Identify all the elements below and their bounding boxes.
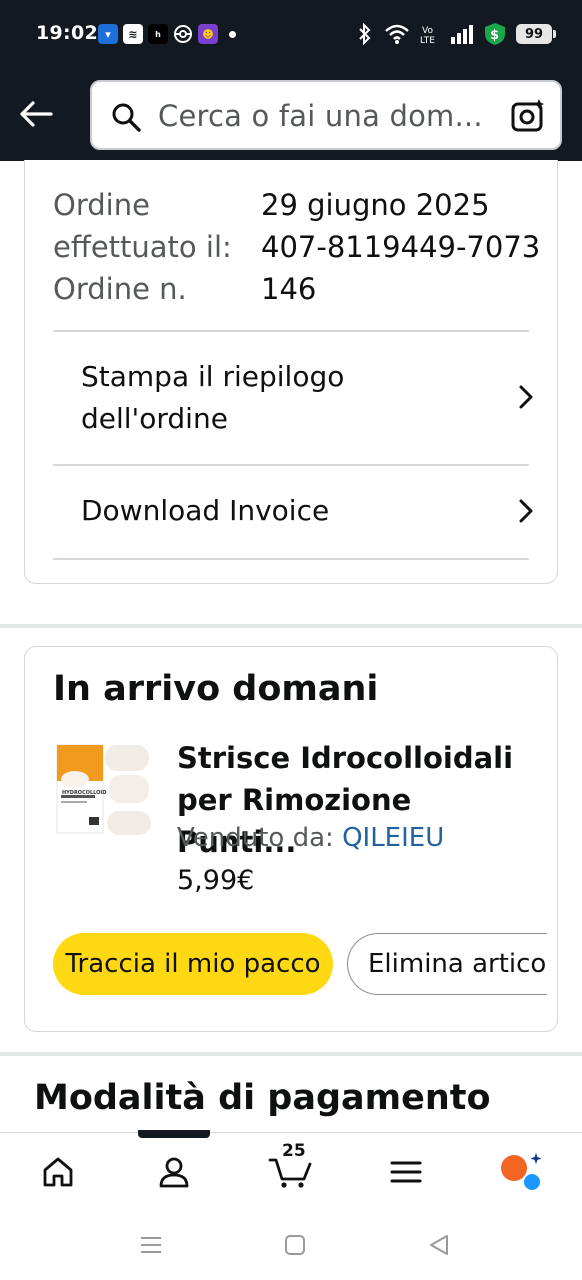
menu-icon bbox=[390, 1161, 422, 1183]
home-icon bbox=[43, 1157, 73, 1187]
section-separator bbox=[0, 1052, 582, 1056]
shield-dollar-icon: $ bbox=[485, 23, 505, 45]
svg-text:$: $ bbox=[490, 28, 499, 43]
wifi-icon bbox=[385, 24, 409, 44]
recent-apps-button[interactable] bbox=[136, 1230, 166, 1260]
track-package-button[interactable]: Traccia il mio pacco bbox=[53, 933, 333, 995]
svg-text:Vo: Vo bbox=[422, 26, 433, 36]
app-icon-1: ▾ bbox=[98, 24, 118, 44]
order-number-value: 407-8119449-7073146 bbox=[261, 230, 541, 306]
nav-rufus[interactable] bbox=[492, 1147, 552, 1197]
account-icon bbox=[159, 1157, 189, 1188]
back-button[interactable] bbox=[14, 94, 58, 134]
chevron-right-icon bbox=[519, 385, 533, 409]
order-date-value: 29 giugno 2025 bbox=[261, 188, 490, 222]
system-status-icons: Vo LTE $ 99 bbox=[356, 22, 556, 46]
search-input[interactable]: Cerca o fai una dom... bbox=[90, 80, 562, 150]
product-price: 5,99€ bbox=[177, 865, 255, 896]
seller-link[interactable]: QILEIEU bbox=[342, 823, 444, 853]
cart-count: 25 bbox=[282, 1141, 306, 1161]
search-placeholder: Cerca o fai una dom... bbox=[158, 99, 483, 133]
divider bbox=[53, 558, 529, 560]
back-system-button[interactable] bbox=[424, 1230, 454, 1260]
order-info-card: Ordine effettuato il: Ordine n. 29 giugn… bbox=[24, 160, 558, 584]
search-icon bbox=[112, 103, 141, 132]
app-icon-3: h bbox=[148, 24, 168, 44]
chevron-right-icon bbox=[519, 499, 533, 523]
triangle-back-icon bbox=[430, 1235, 448, 1255]
bluetooth-icon bbox=[359, 23, 371, 45]
print-summary-label: Stampa il riepilogo dell'ordine bbox=[81, 360, 345, 435]
order-meta-values: 29 giugno 2025 407-8119449-7073146 bbox=[261, 184, 541, 310]
thumb-label: HYDROCOLLOID bbox=[62, 790, 106, 796]
app-icon-2: ≋ bbox=[123, 24, 143, 44]
print-summary-row[interactable]: Stampa il riepilogo dell'ordine bbox=[25, 332, 557, 464]
back-arrow-icon bbox=[20, 101, 53, 127]
product-thumbnail[interactable]: HYDROCOLLOID bbox=[53, 741, 157, 849]
order-number-label: Ordine n. bbox=[53, 272, 187, 306]
home-system-button[interactable] bbox=[280, 1230, 310, 1260]
status-bar: 19:02 ▾ ≋ h ☻ Vo LTE $ 99 bbox=[0, 0, 582, 68]
battery-indicator: 99 bbox=[516, 24, 556, 44]
signal-icon bbox=[451, 25, 473, 44]
square-home-icon bbox=[285, 1235, 305, 1255]
volte-icon: VoLTE bbox=[420, 26, 435, 45]
nav-cart[interactable]: 25 bbox=[260, 1141, 320, 1197]
active-tab-indicator bbox=[138, 1130, 210, 1138]
more-notifications-dot bbox=[229, 30, 236, 38]
remove-item-button[interactable]: Elimina artico bbox=[347, 933, 547, 995]
system-nav-bar bbox=[0, 1208, 582, 1280]
app-header: Cerca o fai una dom... bbox=[0, 68, 582, 161]
delivery-title: In arrivo domani bbox=[53, 669, 379, 709]
camera-lens-icon[interactable] bbox=[510, 98, 546, 134]
nav-home[interactable] bbox=[28, 1147, 88, 1197]
notification-icons: ▾ ≋ h ☻ bbox=[98, 24, 236, 44]
download-invoice-row[interactable]: Download Invoice bbox=[25, 466, 557, 558]
status-time: 19:02 bbox=[36, 22, 98, 44]
rufus-ai-icon bbox=[501, 1153, 542, 1190]
delivery-card: In arrivo domani HYDROCOLLOID Strisce Id… bbox=[24, 646, 558, 1032]
section-separator bbox=[0, 624, 582, 628]
bottom-nav: 25 bbox=[0, 1130, 582, 1208]
nav-account[interactable] bbox=[144, 1147, 204, 1197]
order-date-label: Ordine effettuato il: bbox=[53, 188, 232, 264]
order-meta-labels: Ordine effettuato il: Ordine n. bbox=[53, 184, 253, 310]
nav-menu[interactable] bbox=[376, 1147, 436, 1197]
app-icon-4 bbox=[173, 24, 193, 44]
sold-by-label: Venduto da: bbox=[177, 823, 334, 853]
svg-text:LTE: LTE bbox=[420, 36, 435, 45]
download-invoice-label: Download Invoice bbox=[81, 494, 330, 527]
app-icon-5: ☻ bbox=[198, 24, 218, 44]
recent-apps-icon bbox=[141, 1237, 161, 1253]
sold-by: Venduto da: QILEIEU bbox=[177, 823, 444, 853]
payment-title: Modalità di pagamento bbox=[34, 1078, 491, 1118]
